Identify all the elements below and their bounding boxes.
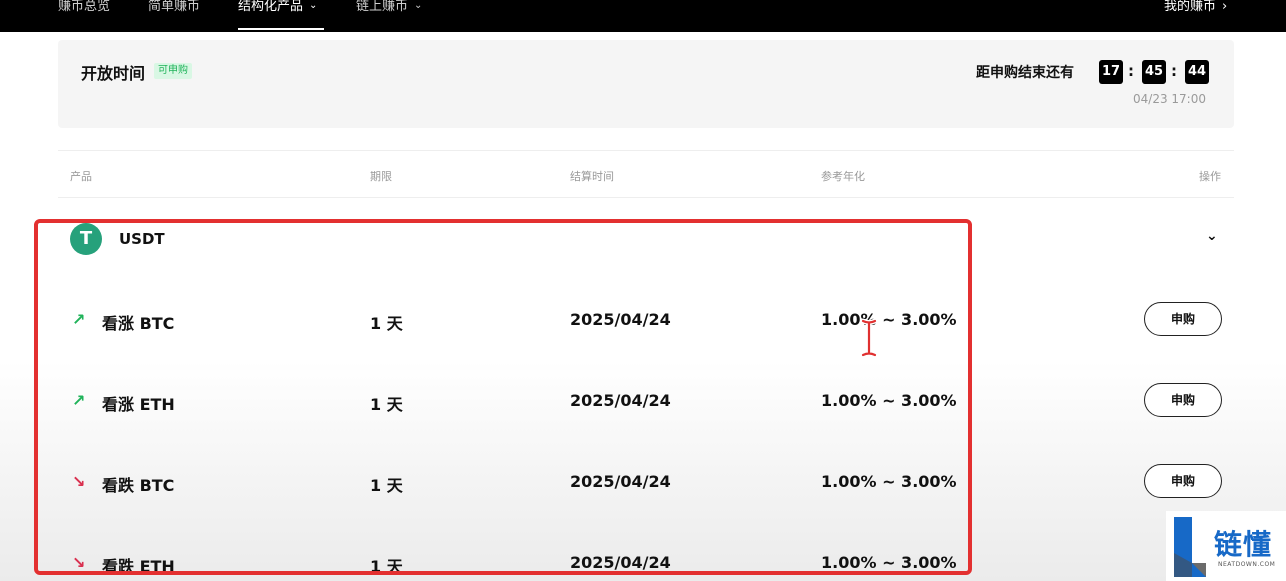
settlement-date: 2025/04/24: [570, 310, 671, 329]
watermark-logo-icon: [1174, 517, 1206, 577]
term: 1 天: [370, 395, 403, 414]
countdown-seconds: 44: [1185, 60, 1209, 84]
product-name: 看跌 BTC: [102, 476, 175, 495]
watermark-subtext: NEATDOWN.COM: [1218, 561, 1276, 568]
countdown-label: 距申购结束还有: [976, 65, 1074, 81]
open-time-title: 开放时间: [81, 64, 146, 83]
term: 1 天: [370, 557, 403, 576]
col-header-product: 产品: [70, 170, 92, 183]
col-header-apr: 参考年化: [821, 170, 865, 183]
nav-tab-label: 赚币总览: [58, 0, 111, 14]
term: 1 天: [370, 314, 403, 333]
tether-icon: T: [70, 223, 102, 255]
settlement-date: 2025/04/24: [570, 391, 671, 410]
arrow-up-right-icon: ↗: [72, 391, 86, 410]
status-badge: 可申购: [154, 63, 192, 79]
chevron-down-icon: ⌄: [414, 0, 423, 11]
subscribe-button[interactable]: 申购: [1144, 383, 1222, 417]
product-name: 看涨 BTC: [102, 314, 175, 333]
watermark: 链懂 NEATDOWN.COM: [1166, 511, 1286, 581]
table-header: 产品 期限 结算时间 参考年化 操作: [58, 150, 1234, 198]
arrow-up-right-icon: ↗: [72, 310, 86, 329]
term: 1 天: [370, 476, 403, 495]
top-nav: 赚币总览 简单赚币 结构化产品 ⌄ 链上赚币 ⌄ 我的赚币 ›: [0, 0, 1286, 32]
product-name: 看跌 ETH: [102, 557, 175, 576]
subscribe-button[interactable]: 申购: [1144, 302, 1222, 336]
col-header-term: 期限: [370, 170, 392, 183]
chevron-right-icon: ›: [1222, 0, 1228, 14]
nav-tab-label: 结构化产品: [238, 0, 304, 14]
apr-range: 1.00% ~ 3.00%: [821, 310, 957, 329]
settlement-date: 2025/04/24: [570, 553, 671, 572]
col-header-action: 操作: [1199, 170, 1221, 183]
settlement-date: 2025/04/24: [570, 472, 671, 491]
nav-tab-label: 链上赚币: [356, 0, 409, 14]
apr-range: 1.00% ~ 3.00%: [821, 472, 957, 491]
subscribe-button[interactable]: 申购: [1144, 464, 1222, 498]
chevron-down-icon[interactable]: ⌄: [1206, 228, 1218, 244]
countdown-hours: 17: [1099, 60, 1123, 84]
text-cursor-icon: [860, 318, 878, 358]
nav-tab-simple-earn[interactable]: 简单赚币: [148, 0, 200, 14]
group-name: USDT: [119, 230, 165, 248]
nav-tab-onchain-earn[interactable]: 链上赚币 ⌄: [356, 0, 422, 14]
product-name: 看涨 ETH: [102, 395, 175, 414]
active-tab-indicator: [238, 28, 324, 30]
end-time: 04/23 17:00: [1133, 92, 1206, 106]
nav-tab-label: 简单赚币: [148, 0, 201, 14]
subscription-banner: 开放时间 可申购 距申购结束还有 17 : 45 : 44 04/23 17:0…: [58, 40, 1234, 128]
nav-tab-structured-products[interactable]: 结构化产品 ⌄: [238, 0, 317, 14]
chevron-down-icon: ⌄: [309, 0, 318, 11]
apr-range: 1.00% ~ 3.00%: [821, 391, 957, 410]
my-earn-label: 我的赚币: [1164, 0, 1217, 14]
my-earn-link[interactable]: 我的赚币 ›: [1164, 0, 1227, 14]
arrow-down-right-icon: ↘: [72, 553, 86, 572]
watermark-text: 链懂: [1214, 528, 1273, 561]
countdown-separator: :: [1128, 62, 1134, 80]
arrow-down-right-icon: ↘: [72, 472, 86, 491]
nav-tab-overview[interactable]: 赚币总览: [58, 0, 110, 14]
apr-range: 1.00% ~ 3.00%: [821, 553, 957, 572]
col-header-settlement: 结算时间: [570, 170, 614, 183]
countdown-minutes: 45: [1142, 60, 1166, 84]
countdown-separator: :: [1171, 62, 1177, 80]
